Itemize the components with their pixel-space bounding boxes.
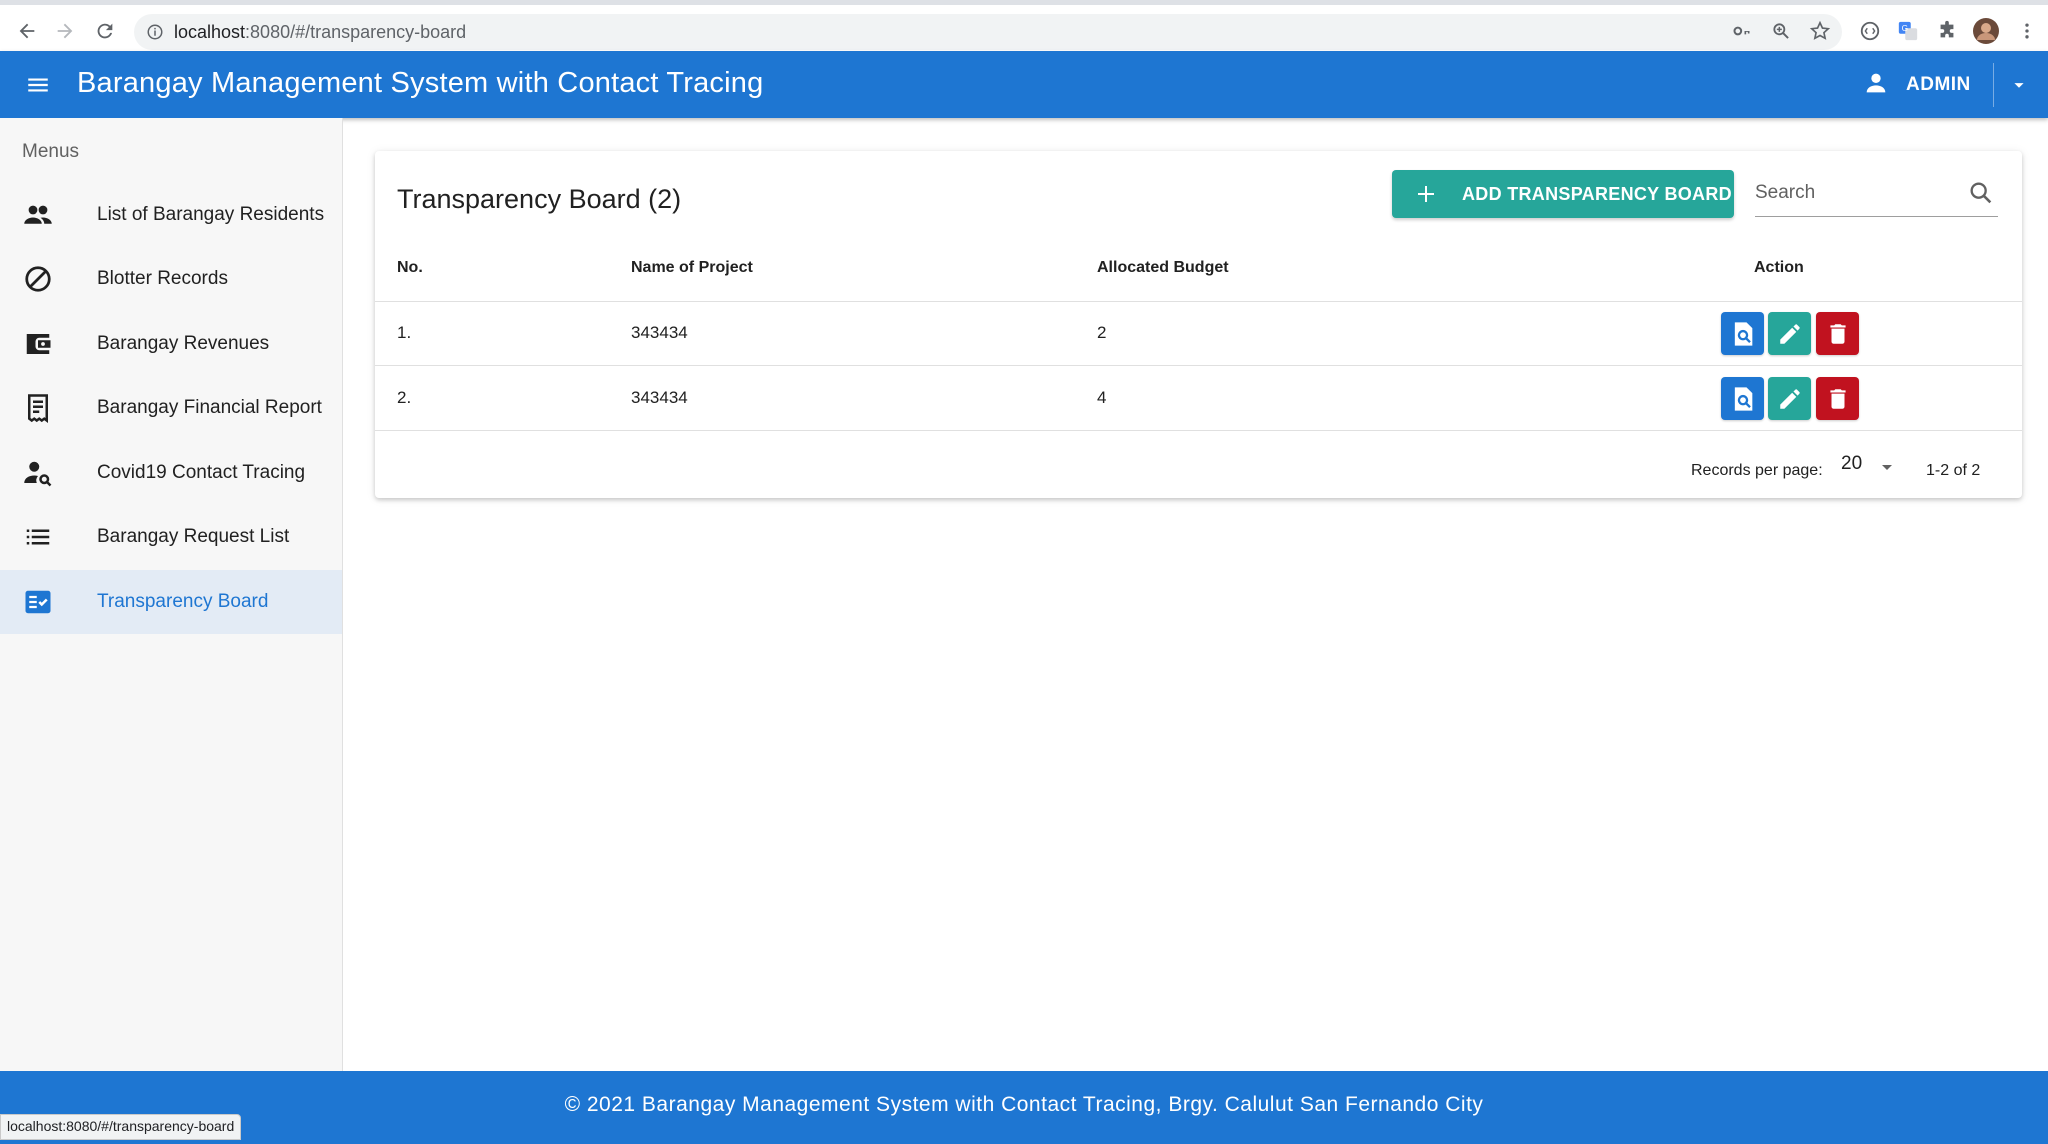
profile-avatar-icon[interactable]: [1973, 18, 1999, 44]
info-icon[interactable]: [146, 23, 164, 46]
cell-project-name: 343434: [631, 323, 688, 342]
cell-budget: 2: [1097, 323, 1107, 342]
view-button[interactable]: [1721, 312, 1764, 355]
user-label: ADMIN: [1906, 74, 1971, 95]
address-bar[interactable]: localhost:8080/#/transparency-board: [134, 14, 1842, 50]
hamburger-menu-icon[interactable]: [22, 69, 54, 101]
list-icon: [22, 521, 54, 553]
edit-button[interactable]: [1768, 377, 1811, 420]
cell-project-name: 343434: [631, 388, 688, 407]
divider: [375, 365, 2022, 366]
wallet-icon: [22, 328, 54, 360]
column-header-budget[interactable]: Allocated Budget: [1097, 259, 1229, 277]
divider: [375, 430, 2022, 431]
sidebar-item-financial-report[interactable]: Barangay Financial Report: [0, 376, 342, 440]
star-icon[interactable]: [1807, 18, 1833, 44]
view-button[interactable]: [1721, 377, 1764, 420]
column-header-no[interactable]: No.: [397, 259, 423, 277]
sidebar-item-transparency-board[interactable]: Transparency Board: [0, 570, 342, 634]
page-footer: © 2021 Barangay Management System with C…: [0, 1071, 2048, 1144]
block-icon: [22, 263, 54, 295]
url-text: localhost:8080/#/transparency-board: [174, 22, 467, 42]
add-button-label: ADD TRANSPARENCY BOARD: [1462, 184, 1732, 204]
pencil-icon: [1779, 388, 1800, 409]
plus-icon: [1414, 182, 1438, 206]
reload-icon[interactable]: [90, 16, 120, 46]
status-tooltip: localhost:8080/#/transparency-board: [0, 1114, 242, 1140]
cell-no: 1.: [397, 323, 412, 342]
sidebar-item-blotter[interactable]: Blotter Records: [0, 247, 342, 311]
find-in-page-icon: [1734, 386, 1752, 411]
kebab-menu-icon[interactable]: [2014, 18, 2040, 44]
sidebar-item-label: Covid19 Contact Tracing: [97, 462, 306, 483]
trash-icon: [1829, 388, 1846, 409]
footer-text: © 2021 Barangay Management System with C…: [564, 1093, 1484, 1116]
sidebar-item-label: Barangay Request List: [97, 526, 290, 547]
svg-text:G: G: [1902, 24, 1908, 33]
sidebar-item-residents[interactable]: List of Barangay Residents: [0, 183, 342, 247]
trash-icon: [1829, 323, 1846, 344]
account-icon: [1862, 69, 1890, 102]
person-search-icon: [22, 457, 54, 489]
edit-button[interactable]: [1768, 312, 1811, 355]
forward-icon[interactable]: [50, 16, 80, 46]
add-transparency-board-button[interactable]: ADD TRANSPARENCY BOARD: [1392, 170, 1734, 218]
sidebar-heading: Menus: [22, 141, 80, 162]
divider: [1993, 63, 1994, 107]
pencil-icon: [1779, 323, 1800, 344]
zoom-icon[interactable]: [1768, 18, 1794, 44]
app-bar: Barangay Management System with Contact …: [0, 51, 2048, 118]
pagination-text: 1-2 of 2: [1926, 462, 1981, 479]
extension-circle-icon[interactable]: [1857, 18, 1883, 44]
records-per-page-select[interactable]: 20: [1841, 453, 1862, 475]
browser-toolbar: localhost:8080/#/transparency-board G: [0, 0, 2048, 51]
user-menu-button[interactable]: ADMIN: [1862, 65, 1971, 105]
sidebar: Menus List of Barangay Residents Blotter…: [0, 118, 343, 1071]
sidebar-item-label: Barangay Revenues: [97, 333, 270, 354]
sidebar-item-label: Barangay Financial Report: [97, 397, 322, 418]
records-per-page-label: Records per page:: [1691, 462, 1823, 479]
delete-button[interactable]: [1816, 377, 1859, 420]
translate-icon[interactable]: G: [1895, 18, 1921, 44]
chevron-down-icon[interactable]: [1875, 455, 1899, 479]
page-title: Transparency Board (2): [397, 184, 682, 214]
back-icon[interactable]: [12, 16, 42, 46]
sidebar-item-request-list[interactable]: Barangay Request List: [0, 505, 342, 569]
receipt-icon: [22, 392, 54, 424]
cell-no: 2.: [397, 388, 412, 407]
column-header-action: Action: [1754, 259, 1804, 276]
delete-button[interactable]: [1816, 312, 1859, 355]
divider: [375, 301, 2022, 302]
key-icon[interactable]: [1729, 18, 1755, 44]
people-icon: [22, 199, 54, 231]
search-icon[interactable]: [1967, 179, 1995, 207]
find-in-page-icon: [1734, 321, 1752, 346]
transparency-board-card: Transparency Board (2) ADD TRANSPARENCY …: [375, 151, 2022, 498]
search-input[interactable]: [1755, 177, 1955, 209]
sidebar-item-label: List of Barangay Residents: [97, 204, 325, 225]
column-header-name[interactable]: Name of Project: [631, 259, 753, 277]
puzzle-icon[interactable]: [1934, 18, 1960, 44]
search-field: [1755, 173, 1998, 217]
sidebar-item-contact-tracing[interactable]: Covid19 Contact Tracing: [0, 441, 342, 505]
cell-budget: 4: [1097, 388, 1107, 407]
fact-check-icon: [22, 586, 54, 618]
sidebar-item-revenues[interactable]: Barangay Revenues: [0, 312, 342, 376]
sidebar-item-label: Blotter Records: [97, 268, 228, 289]
chevron-down-icon[interactable]: [2005, 71, 2033, 99]
sidebar-item-label: Transparency Board: [97, 591, 269, 612]
app-title: Barangay Management System with Contact …: [77, 67, 764, 99]
